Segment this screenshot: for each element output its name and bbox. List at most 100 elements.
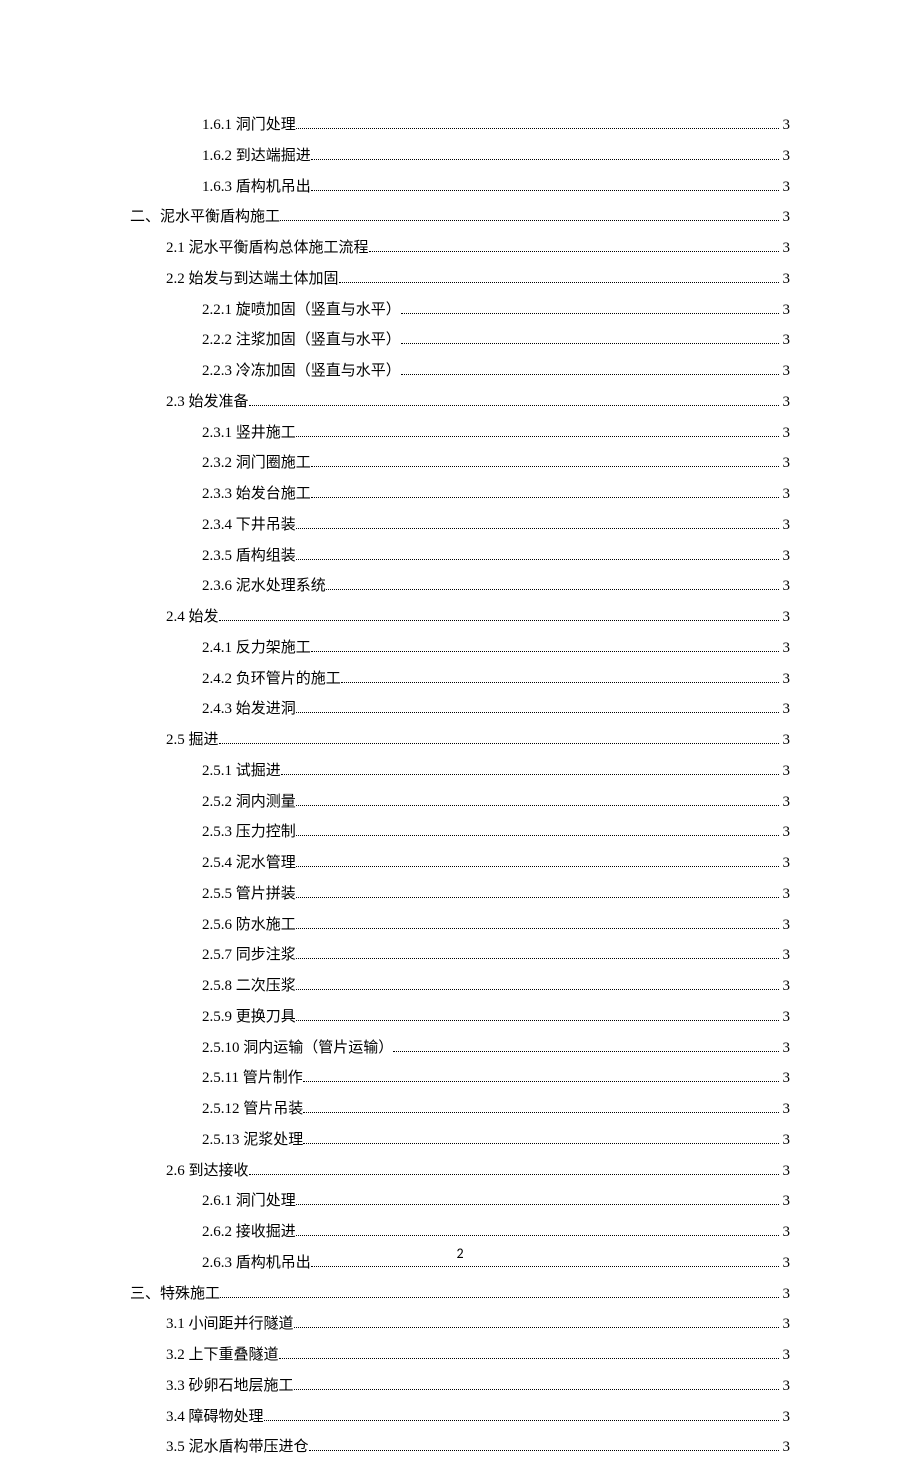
toc-entry: 2.5.7 同步注浆3 bbox=[130, 940, 790, 971]
toc-leader bbox=[294, 1318, 779, 1329]
toc-entry: 2.5.3 压力控制3 bbox=[130, 817, 790, 848]
toc-page-number: 3 bbox=[781, 910, 791, 941]
toc-leader bbox=[279, 1349, 779, 1360]
toc-label: 1.6.1 洞门处理 bbox=[202, 110, 296, 141]
toc-page-number: 3 bbox=[781, 541, 791, 572]
toc-entry: 2.2.2 注浆加固（竖直与水平）3 bbox=[130, 325, 790, 356]
toc-page-number: 3 bbox=[781, 1033, 791, 1064]
toc-leader bbox=[393, 1041, 778, 1052]
toc-leader bbox=[296, 1226, 779, 1237]
toc-label: 2.4.2 负环管片的施工 bbox=[202, 664, 341, 695]
toc-label: 3.5 泥水盾构带压进仓 bbox=[166, 1432, 309, 1463]
toc-page-number: 3 bbox=[781, 233, 791, 264]
toc-entry: 2.2.1 旋喷加固（竖直与水平）3 bbox=[130, 295, 790, 326]
toc-page-number: 3 bbox=[781, 1309, 791, 1340]
toc-leader bbox=[296, 518, 779, 529]
toc-page-number: 3 bbox=[781, 1217, 791, 1248]
toc-leader bbox=[401, 365, 779, 376]
toc-page-number: 3 bbox=[781, 141, 791, 172]
toc-entry: 2.3.1 竖井施工 3 bbox=[130, 418, 790, 449]
toc-label: 2.3.1 竖井施工 bbox=[202, 418, 296, 449]
toc-page-number: 3 bbox=[781, 418, 791, 449]
toc-entry: 2.3.4 下井吊装3 bbox=[130, 510, 790, 541]
toc-leader bbox=[311, 180, 779, 191]
toc-entry: 2.6.1 洞门处理 3 bbox=[130, 1186, 790, 1217]
toc-label: 2.5.1 试掘进 bbox=[202, 756, 281, 787]
toc-label: 2.2 始发与到达端土体加固 bbox=[166, 264, 339, 295]
toc-entry: 2.3.3 始发台施工3 bbox=[130, 479, 790, 510]
toc-page-number: 3 bbox=[781, 940, 791, 971]
toc-entry: 2.5.10 洞内运输（管片运输）3 bbox=[130, 1033, 790, 1064]
toc-page-number: 3 bbox=[781, 172, 791, 203]
toc-page-number: 3 bbox=[781, 1125, 791, 1156]
toc-page-number: 3 bbox=[781, 725, 791, 756]
toc-label: 三、特殊施工 bbox=[130, 1279, 220, 1310]
toc-label: 2.5.8 二次压浆 bbox=[202, 971, 296, 1002]
toc-label: 2.5.2 洞内测量 bbox=[202, 787, 296, 818]
toc-page-number: 3 bbox=[781, 1156, 791, 1187]
toc-label: 2.6.2 接收掘进 bbox=[202, 1217, 296, 1248]
toc-entry: 2.5.12 管片吊装 3 bbox=[130, 1094, 790, 1125]
toc-label: 2.6 到达接收 bbox=[166, 1156, 249, 1187]
toc-leader bbox=[296, 119, 779, 130]
toc-label: 2.2.1 旋喷加固（竖直与水平） bbox=[202, 295, 401, 326]
toc-entry: 1.6.3 盾构机吊出3 bbox=[130, 172, 790, 203]
toc-page-number: 3 bbox=[781, 479, 791, 510]
toc-entry: 2.3 始发准备3 bbox=[130, 387, 790, 418]
toc-label: 2.4.3 始发进洞 bbox=[202, 694, 296, 725]
toc-page-number: 3 bbox=[781, 325, 791, 356]
toc-entry: 2.5.11 管片制作3 bbox=[130, 1063, 790, 1094]
toc-entry: 1.6.2 到达端掘进3 bbox=[130, 141, 790, 172]
toc-leader bbox=[339, 272, 779, 283]
toc-label: 2.5.6 防水施工 bbox=[202, 910, 296, 941]
toc-label: 2.6.1 洞门处理 bbox=[202, 1186, 296, 1217]
toc-page-number: 3 bbox=[781, 1371, 791, 1402]
toc-entry: 二、泥水平衡盾构施工3 bbox=[130, 202, 790, 233]
toc-page-number: 3 bbox=[781, 1094, 791, 1125]
toc-label: 二、泥水平衡盾构施工 bbox=[130, 202, 280, 233]
toc-entry: 2.1 泥水平衡盾构总体施工流程3 bbox=[130, 233, 790, 264]
toc-leader bbox=[296, 918, 779, 929]
toc-label: 3.4 障碍物处理 bbox=[166, 1402, 264, 1433]
toc-entry: 3.1 小间距并行隧道3 bbox=[130, 1309, 790, 1340]
toc-entry: 三、特殊施工3 bbox=[130, 1279, 790, 1310]
toc-label: 2.4.1 反力架施工 bbox=[202, 633, 311, 664]
toc-entry: 2.4 始发3 bbox=[130, 602, 790, 633]
toc-page-number: 3 bbox=[781, 1432, 791, 1463]
toc-page-number: 3 bbox=[781, 571, 791, 602]
toc-leader bbox=[311, 149, 779, 160]
toc-page-number: 3 bbox=[781, 387, 791, 418]
toc-leader bbox=[249, 395, 779, 406]
toc-label: 2.5.5 管片拼装 bbox=[202, 879, 296, 910]
toc-leader bbox=[296, 826, 779, 837]
toc-leader bbox=[296, 703, 779, 714]
toc-page-number: 3 bbox=[781, 1063, 791, 1094]
toc-leader bbox=[341, 672, 779, 683]
toc-leader bbox=[220, 1287, 778, 1298]
toc-page-number: 3 bbox=[781, 110, 791, 141]
toc-label: 2.5.12 管片吊装 bbox=[202, 1094, 303, 1125]
toc-entry: 2.3.2 洞门圈施工3 bbox=[130, 448, 790, 479]
toc-leader bbox=[296, 549, 779, 560]
toc-entry: 2.5.6 防水施工 3 bbox=[130, 910, 790, 941]
toc-entry: 2.2.3 冷冻加固（竖直与水平）3 bbox=[130, 356, 790, 387]
toc-entry: 3.2 上下重叠隧道 3 bbox=[130, 1340, 790, 1371]
toc-label: 3.2 上下重叠隧道 bbox=[166, 1340, 279, 1371]
toc-entry: 3.4 障碍物处理3 bbox=[130, 1402, 790, 1433]
toc-page-number: 3 bbox=[781, 1186, 791, 1217]
toc-label: 2.4 始发 bbox=[166, 602, 219, 633]
toc-entry: 2.4.3 始发进洞3 bbox=[130, 694, 790, 725]
toc-page-number: 3 bbox=[781, 817, 791, 848]
toc-entry: 3.5 泥水盾构带压进仓 3 bbox=[130, 1432, 790, 1463]
toc-leader bbox=[219, 734, 779, 745]
toc-label: 2.3.4 下井吊装 bbox=[202, 510, 296, 541]
toc-leader bbox=[296, 887, 779, 898]
toc-leader bbox=[296, 949, 779, 960]
toc-page-number: 3 bbox=[781, 848, 791, 879]
toc-label: 2.5 掘进 bbox=[166, 725, 219, 756]
toc-leader bbox=[219, 611, 779, 622]
toc-entry: 2.5 掘进 3 bbox=[130, 725, 790, 756]
toc-page-number: 3 bbox=[781, 1340, 791, 1371]
toc-page-number: 3 bbox=[781, 879, 791, 910]
toc-label: 2.3.6 泥水处理系统 bbox=[202, 571, 326, 602]
